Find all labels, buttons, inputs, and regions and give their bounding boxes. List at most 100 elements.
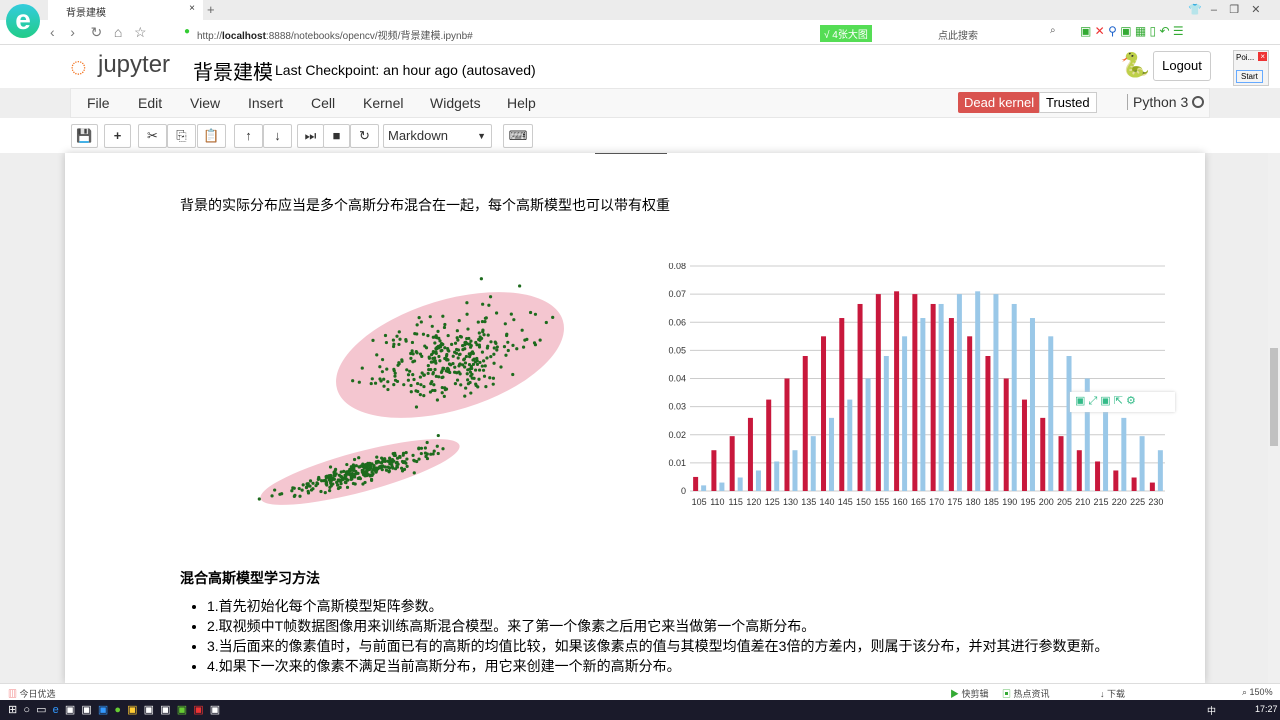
scatter-point xyxy=(436,433,440,438)
scatter-point xyxy=(409,390,413,394)
scatter-point xyxy=(292,494,296,498)
paste-icon[interactable]: 📋 xyxy=(197,124,226,148)
scrollbar-thumb[interactable] xyxy=(1270,348,1278,446)
popup-start-button[interactable]: Start xyxy=(1236,70,1263,83)
scatter-point xyxy=(538,338,542,342)
menu-kernel[interactable]: Kernel xyxy=(363,95,403,111)
insert-cell-icon[interactable]: + xyxy=(104,124,131,148)
browser-tab[interactable]: 背景建模 × xyxy=(48,0,203,20)
run-icon[interactable]: ⏭ xyxy=(297,124,324,148)
copy-icon[interactable]: ⎘ xyxy=(167,124,196,148)
dead-kernel-badge[interactable]: Dead kernel xyxy=(958,92,1041,113)
move-down-icon[interactable]: ↓ xyxy=(263,124,292,148)
move-up-icon[interactable]: ↑ xyxy=(234,124,263,148)
scatter-point xyxy=(300,488,304,492)
scatter-point xyxy=(395,379,400,384)
scatter-point xyxy=(328,489,332,493)
scatter-point xyxy=(374,461,379,465)
scatter-point xyxy=(422,373,426,377)
scatter-point xyxy=(442,394,446,398)
bar-blue xyxy=(737,477,743,491)
zoom-level[interactable]: ⌕ 150% xyxy=(1242,687,1273,698)
scatter-point xyxy=(475,362,480,367)
search-input[interactable]: 点此搜索 xyxy=(938,27,978,42)
scatter-point xyxy=(502,345,507,349)
search-icon[interactable]: ⌕ xyxy=(1050,25,1056,36)
scatter-point xyxy=(424,346,429,350)
scatter-point xyxy=(451,354,455,358)
scatter-point xyxy=(412,359,417,363)
scatter-point xyxy=(412,471,416,475)
scatter-point xyxy=(456,356,460,360)
quick-edit[interactable]: ▶ 快剪辑 xyxy=(950,687,989,700)
trusted-badge[interactable]: Trusted xyxy=(1039,92,1097,113)
scatter-point xyxy=(397,330,401,334)
scatter-point xyxy=(418,375,422,379)
scatter-point xyxy=(360,366,364,370)
menu-help[interactable]: Help xyxy=(507,95,536,111)
jupyter-brand[interactable]: jupyter xyxy=(98,51,170,79)
promo-badge[interactable]: √ 4张大图 xyxy=(820,25,872,42)
notebook-title[interactable]: 背景建模 xyxy=(193,56,273,85)
logout-button[interactable]: Logout xyxy=(1153,51,1211,81)
scatter-point xyxy=(358,476,362,480)
url-field[interactable]: http://localhost:8888/notebooks/opencv/视… xyxy=(197,27,473,42)
scatter-point xyxy=(437,354,441,359)
scatter-point xyxy=(469,391,473,395)
scatter-point xyxy=(455,371,459,375)
bar-red xyxy=(747,417,753,491)
bar-blue xyxy=(993,294,999,491)
scatter-point xyxy=(378,377,382,381)
taskbar-icons[interactable]: ⊞ ○ ▭ e ▣ ▣ ▣ ● ▣ ▣ ▣ ▣ ▣ ▣ xyxy=(8,703,220,716)
scatter-point xyxy=(453,341,458,345)
scatter-point xyxy=(441,314,445,318)
cell-type-select[interactable]: Markdown ▼ xyxy=(383,124,492,148)
stop-icon[interactable]: ■ xyxy=(323,124,350,148)
menu-file[interactable]: File xyxy=(87,95,110,111)
scatter-point xyxy=(370,473,374,477)
chart-tools[interactable]: ▣ ⤢ ▣ ⇱ ⚙ xyxy=(1070,392,1175,412)
scatter-point xyxy=(429,382,433,386)
keyboard-icon[interactable]: ⌨ xyxy=(503,124,533,148)
menu-edit[interactable]: Edit xyxy=(138,95,162,111)
menu-insert[interactable]: Insert xyxy=(248,95,283,111)
popup-close-icon[interactable]: × xyxy=(1258,52,1267,61)
window-controls[interactable]: 👕 – ❐ ✕ xyxy=(1188,3,1261,16)
scatter-point xyxy=(481,330,485,334)
bar-blue xyxy=(1103,399,1109,491)
hot-news[interactable]: ▣ 热点资讯 xyxy=(1002,687,1050,700)
menu-view[interactable]: View xyxy=(190,95,220,111)
clock[interactable]: 17:27 xyxy=(1255,704,1278,714)
scatter-point xyxy=(431,350,435,354)
scatter-point xyxy=(457,352,462,357)
close-tab-icon[interactable]: × xyxy=(189,3,195,14)
cut-icon[interactable]: ✂ xyxy=(138,124,167,148)
restart-icon[interactable]: ↻ xyxy=(350,124,379,148)
bar-blue xyxy=(829,417,835,491)
download[interactable]: ↓ 下载 xyxy=(1100,687,1125,700)
extension-icons[interactable]: ▣ ✕ ⚲ ▣ ▦ ▯ ↶ ☰ xyxy=(1080,24,1184,38)
nav-buttons[interactable]: ‹ › ↻ ⌂ ☆ xyxy=(50,24,147,41)
scatter-point xyxy=(481,302,485,306)
x-tick-label: 105 xyxy=(692,497,707,507)
ime-indicator[interactable]: 中 xyxy=(1207,704,1216,717)
scatter-point xyxy=(436,451,440,456)
scatter-point xyxy=(337,479,341,483)
scatter-point xyxy=(369,381,373,386)
scatter-point xyxy=(482,333,486,337)
scatter-point xyxy=(352,457,357,462)
y-tick-label: 0.05 xyxy=(668,345,686,355)
scatter-point xyxy=(441,342,445,346)
x-tick-label: 110 xyxy=(710,497,724,507)
x-tick-label: 225 xyxy=(1130,497,1145,507)
save-icon[interactable]: 💾 xyxy=(71,124,98,148)
menu-widgets[interactable]: Widgets xyxy=(430,95,481,111)
x-tick-label: 155 xyxy=(874,497,889,507)
new-tab-button[interactable]: + xyxy=(207,2,215,17)
scatter-point xyxy=(477,337,481,342)
bar-red xyxy=(693,476,699,491)
today-picks[interactable]: ▥ 今日优选 xyxy=(8,687,56,700)
scatter-point xyxy=(323,491,327,495)
scatter-point xyxy=(544,320,548,325)
menu-cell[interactable]: Cell xyxy=(311,95,335,111)
